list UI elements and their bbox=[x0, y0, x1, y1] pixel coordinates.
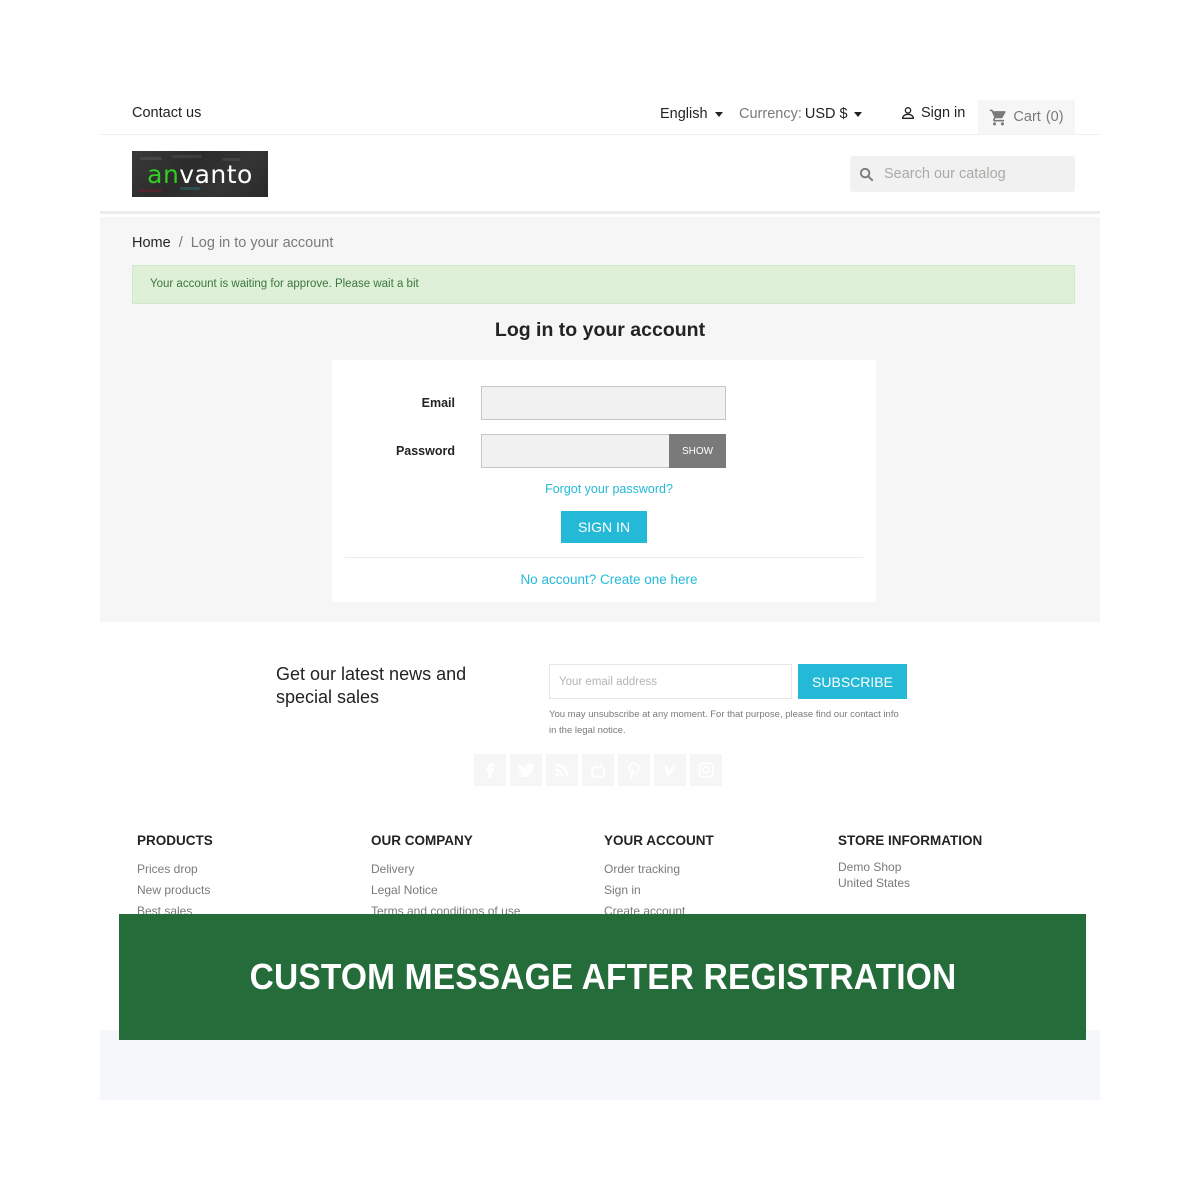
social-links bbox=[474, 754, 722, 786]
header-nav: Contact us English Currency: USD $ Sign … bbox=[100, 90, 1100, 135]
show-password-button[interactable]: SHOW bbox=[669, 434, 726, 468]
store-name: Demo Shop bbox=[838, 860, 902, 874]
page-title: Log in to your account bbox=[494, 319, 706, 341]
footer-link-prices-drop[interactable]: Prices drop bbox=[137, 859, 213, 880]
search-input[interactable] bbox=[884, 166, 1064, 182]
store-logo[interactable]: anvanto bbox=[132, 151, 268, 197]
search-icon[interactable] bbox=[858, 166, 875, 183]
footer-heading: YOUR ACCOUNT bbox=[604, 833, 714, 848]
sign-in-label: Sign in bbox=[921, 105, 966, 121]
footer-our-company: OUR COMPANY Delivery Legal Notice Terms … bbox=[371, 833, 520, 922]
password-label: Password bbox=[395, 444, 455, 458]
language-value: English bbox=[660, 106, 708, 122]
footer-link-delivery[interactable]: Delivery bbox=[371, 859, 520, 880]
caret-down-icon bbox=[714, 111, 723, 117]
sign-in-button[interactable]: SIGN IN bbox=[561, 511, 647, 543]
email-label: Email bbox=[421, 396, 455, 410]
newsletter-email-input[interactable] bbox=[549, 664, 792, 699]
logo-text: anvanto bbox=[147, 159, 253, 189]
promo-banner: CUSTOM MESSAGE AFTER REGISTRATION bbox=[119, 914, 1086, 1040]
language-selector[interactable]: English bbox=[660, 106, 723, 122]
footer-link-order-tracking[interactable]: Order tracking bbox=[604, 859, 714, 880]
vimeo-icon[interactable] bbox=[654, 754, 686, 786]
newsletter-note: You may unsubscribe at any moment. For t… bbox=[549, 709, 899, 736]
divider bbox=[345, 557, 863, 558]
footer-store-information: STORE INFORMATION Demo Shop United State… bbox=[838, 833, 982, 891]
footer-products: PRODUCTS Prices drop New products Best s… bbox=[137, 833, 213, 922]
password-field[interactable] bbox=[481, 434, 670, 468]
instagram-icon[interactable] bbox=[690, 754, 722, 786]
footer-heading: OUR COMPANY bbox=[371, 833, 473, 848]
cart-button[interactable]: Cart (0) bbox=[978, 100, 1075, 134]
main-content: Home / Log in to your account Your accou… bbox=[100, 217, 1100, 622]
footer-heading: PRODUCTS bbox=[137, 833, 213, 848]
shopping-cart-icon bbox=[990, 109, 1006, 125]
rss-icon[interactable] bbox=[546, 754, 578, 786]
footer-link-sign-in[interactable]: Sign in bbox=[604, 880, 714, 901]
footer-link-legal-notice[interactable]: Legal Notice bbox=[371, 880, 520, 901]
contact-us-link[interactable]: Contact us bbox=[132, 105, 201, 121]
subscribe-button[interactable]: SUBSCRIBE bbox=[798, 664, 907, 699]
currency-label: Currency: bbox=[739, 106, 802, 122]
facebook-icon[interactable] bbox=[474, 754, 506, 786]
header-top: anvanto bbox=[100, 135, 1100, 214]
breadcrumb-current: Log in to your account bbox=[190, 235, 334, 251]
breadcrumb-separator: / bbox=[178, 235, 183, 251]
footer-your-account: YOUR ACCOUNT Order tracking Sign in Crea… bbox=[604, 833, 714, 922]
login-form: Email Password SHOW Forgot your password… bbox=[332, 360, 876, 602]
create-account-link[interactable]: No account? Create one here bbox=[332, 572, 876, 587]
cart-count: (0) bbox=[1045, 109, 1064, 125]
footer-link-new-products[interactable]: New products bbox=[137, 880, 213, 901]
email-field[interactable] bbox=[481, 386, 726, 420]
approval-alert: Your account is waiting for approve. Ple… bbox=[132, 265, 1075, 304]
store-country: United States bbox=[838, 876, 911, 890]
cart-label: Cart bbox=[1013, 109, 1041, 125]
newsletter-title: Get our latest news and special sales bbox=[276, 664, 467, 707]
footer-bottom bbox=[100, 1030, 1100, 1100]
banner-text: CUSTOM MESSAGE AFTER REGISTRATION bbox=[249, 956, 956, 997]
breadcrumb-home[interactable]: Home bbox=[132, 235, 171, 251]
search-box[interactable] bbox=[850, 156, 1075, 192]
pinterest-icon[interactable] bbox=[618, 754, 650, 786]
twitter-icon[interactable] bbox=[510, 754, 542, 786]
forgot-password-link[interactable]: Forgot your password? bbox=[332, 482, 876, 496]
user-icon bbox=[901, 107, 915, 119]
breadcrumb: Home / Log in to your account bbox=[132, 235, 333, 251]
caret-down-icon bbox=[853, 111, 862, 117]
header-sign-in-link[interactable]: Sign in bbox=[900, 105, 965, 121]
footer-heading: STORE INFORMATION bbox=[838, 833, 983, 848]
youtube-icon[interactable] bbox=[582, 754, 614, 786]
currency-value: USD $ bbox=[804, 106, 848, 122]
currency-selector[interactable]: Currency: USD $ bbox=[739, 106, 862, 122]
